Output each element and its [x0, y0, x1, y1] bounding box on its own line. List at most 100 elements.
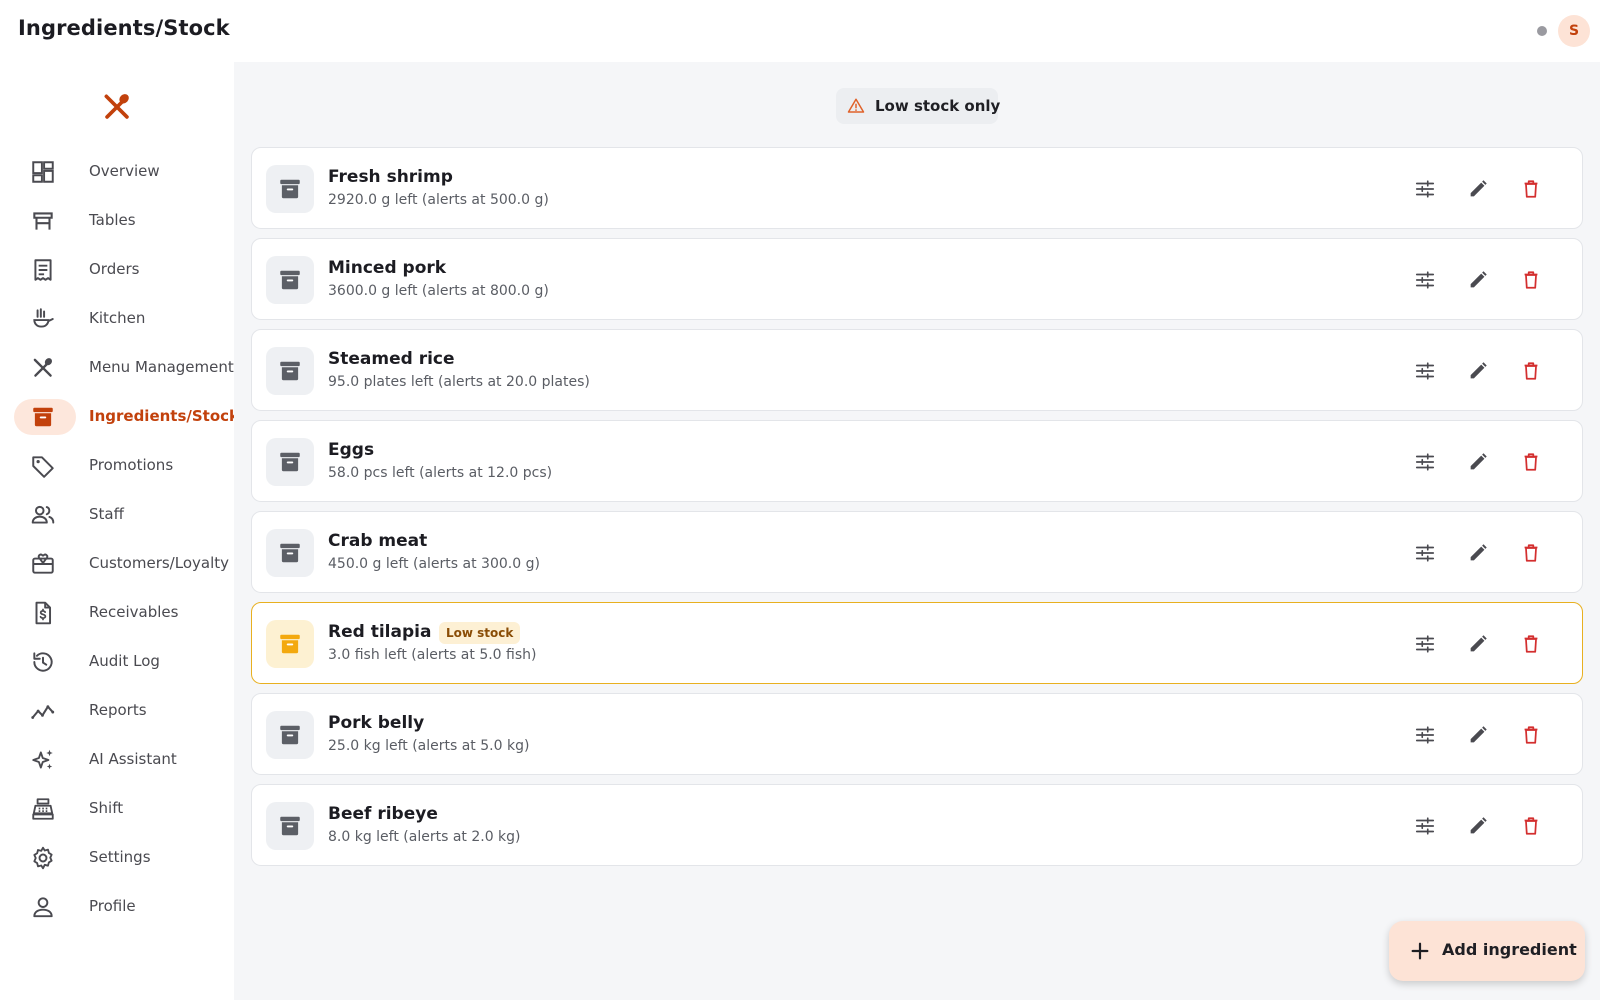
sidebar: Overview Tables Orders Kitchen Menu Manageme…: [0, 62, 239, 1000]
sidebar-item-label: Overview: [89, 162, 160, 180]
sidebar-item-orders[interactable]: Orders: [14, 252, 228, 288]
ingredient-row[interactable]: Beef ribeye 8.0 kg left (alerts at 2.0 kg…: [251, 784, 1583, 866]
ingredient-row[interactable]: Minced pork 3600.0 g left (alerts at 800.…: [251, 238, 1583, 320]
edit-ingredient-button[interactable]: [1463, 174, 1493, 204]
archive-icon: [266, 256, 314, 304]
edit-ingredient-button[interactable]: [1463, 811, 1493, 841]
delete-ingredient-button[interactable]: [1516, 447, 1546, 477]
tag-icon: [30, 453, 56, 479]
adjust-stock-button[interactable]: [1410, 265, 1440, 295]
filter-label: Low stock only: [875, 97, 1001, 115]
status-dot: [1537, 26, 1547, 36]
sidebar-item-tables[interactable]: Tables: [14, 203, 228, 239]
pencil-icon: [1467, 724, 1489, 746]
kitchen-icon: [30, 306, 56, 332]
ingredient-row[interactable]: Steamed rice 95.0 plates left (alerts at …: [251, 329, 1583, 411]
sidebar-item-kitchen[interactable]: Kitchen: [14, 301, 228, 337]
sidebar-item-label: Settings: [89, 848, 151, 866]
adjust-stock-button[interactable]: [1410, 811, 1440, 841]
sidebar-item-label: Menu Management: [89, 358, 234, 376]
pencil-icon: [1467, 360, 1489, 382]
edit-ingredient-button[interactable]: [1463, 720, 1493, 750]
archive-icon: [266, 620, 314, 668]
edit-ingredient-button[interactable]: [1463, 356, 1493, 386]
adjust-stock-button[interactable]: [1410, 356, 1440, 386]
sidebar-item-settings[interactable]: Settings: [14, 840, 228, 876]
history-icon: [30, 649, 56, 675]
sidebar-item-menu-management[interactable]: Menu Management: [14, 350, 234, 386]
tune-icon: [1414, 269, 1436, 291]
top-bar: Ingredients/Stock S: [0, 0, 1600, 62]
ingredient-row[interactable]: Fresh shrimp 2920.0 g left (alerts at 500…: [251, 147, 1583, 229]
ingredient-stock-detail: 3600.0 g left (alerts at 800.0 g): [328, 283, 549, 299]
adjust-stock-button[interactable]: [1410, 629, 1440, 659]
ingredient-row[interactable]: Eggs 58.0 pcs left (alerts at 12.0 pcs): [251, 420, 1583, 502]
edit-ingredient-button[interactable]: [1463, 538, 1493, 568]
ingredient-row[interactable]: Crab meat 450.0 g left (alerts at 300.0 g…: [251, 511, 1583, 593]
sidebar-item-profile[interactable]: Profile: [14, 889, 228, 925]
delete-ingredient-button[interactable]: [1516, 265, 1546, 295]
trash-icon: [1520, 451, 1542, 473]
edit-ingredient-button[interactable]: [1463, 265, 1493, 295]
pencil-icon: [1467, 451, 1489, 473]
sidebar-item-label: AI Assistant: [89, 750, 177, 768]
trash-icon: [1520, 178, 1542, 200]
ingredient-row[interactable]: Pork belly 25.0 kg left (alerts at 5.0 kg…: [251, 693, 1583, 775]
add-ingredient-label: Add ingredient: [1442, 940, 1577, 959]
delete-ingredient-button[interactable]: [1516, 356, 1546, 386]
add-ingredient-button[interactable]: Add ingredient: [1389, 921, 1585, 981]
delete-ingredient-button[interactable]: [1516, 538, 1546, 568]
archive-icon: [266, 711, 314, 759]
adjust-stock-button[interactable]: [1410, 538, 1440, 568]
low-stock-filter-chip[interactable]: Low stock only: [836, 88, 1001, 124]
ingredient-name: Eggs: [328, 440, 375, 460]
trash-icon: [1520, 815, 1542, 837]
archive-icon: [266, 802, 314, 850]
delete-ingredient-button[interactable]: [1516, 720, 1546, 750]
sidebar-item-label: Tables: [89, 211, 136, 229]
sidebar-item-label: Kitchen: [89, 309, 146, 327]
table-icon: [30, 208, 56, 234]
delete-ingredient-button[interactable]: [1516, 811, 1546, 841]
fork-spoon-icon: [100, 90, 134, 124]
delete-ingredient-button[interactable]: [1516, 174, 1546, 204]
sparkle-icon: [30, 747, 56, 773]
adjust-stock-button[interactable]: [1410, 447, 1440, 477]
sidebar-item-customers-loyalty[interactable]: Customers/Loyalty: [14, 546, 229, 582]
sidebar-item-promotions[interactable]: Promotions: [14, 448, 228, 484]
plus-icon: [1409, 940, 1431, 962]
sidebar-item-ai-assistant[interactable]: AI Assistant: [14, 742, 228, 778]
delete-ingredient-button[interactable]: [1516, 629, 1546, 659]
adjust-stock-button[interactable]: [1410, 720, 1440, 750]
gift-card-icon: [30, 551, 56, 577]
sidebar-item-staff[interactable]: Staff: [14, 497, 228, 533]
ingredient-name: Fresh shrimp: [328, 167, 453, 187]
tune-icon: [1414, 815, 1436, 837]
avatar[interactable]: S: [1558, 15, 1590, 47]
archive-icon: [266, 165, 314, 213]
sidebar-item-audit-log[interactable]: Audit Log: [14, 644, 228, 680]
tune-icon: [1414, 542, 1436, 564]
trash-icon: [1520, 633, 1542, 655]
sidebar-item-overview[interactable]: Overview: [14, 154, 228, 190]
trash-icon: [1520, 269, 1542, 291]
sidebar-item-label: Orders: [89, 260, 140, 278]
adjust-stock-button[interactable]: [1410, 174, 1440, 204]
sidebar-item-reports[interactable]: Reports: [14, 693, 228, 729]
tune-icon: [1414, 451, 1436, 473]
sidebar-item-label: Audit Log: [89, 652, 160, 670]
receipt-icon: [30, 257, 56, 283]
edit-ingredient-button[interactable]: [1463, 447, 1493, 477]
ingredient-stock-detail: 2920.0 g left (alerts at 500.0 g): [328, 192, 549, 208]
people-icon: [30, 502, 56, 528]
ingredient-row[interactable]: Red tilapia 3.0 fish left (alerts at 5.0 …: [251, 602, 1583, 684]
pencil-icon: [1467, 815, 1489, 837]
archive-icon: [266, 529, 314, 577]
edit-ingredient-button[interactable]: [1463, 629, 1493, 659]
sidebar-item-ingredients-stock[interactable]: Ingredients/Stock: [14, 399, 239, 435]
sidebar-item-shift[interactable]: Shift: [14, 791, 228, 827]
sidebar-item-label: Customers/Loyalty: [89, 554, 229, 572]
sidebar-item-label: Profile: [89, 897, 136, 915]
ingredient-stock-detail: 3.0 fish left (alerts at 5.0 fish): [328, 647, 537, 663]
sidebar-item-receivables[interactable]: Receivables: [14, 595, 228, 631]
